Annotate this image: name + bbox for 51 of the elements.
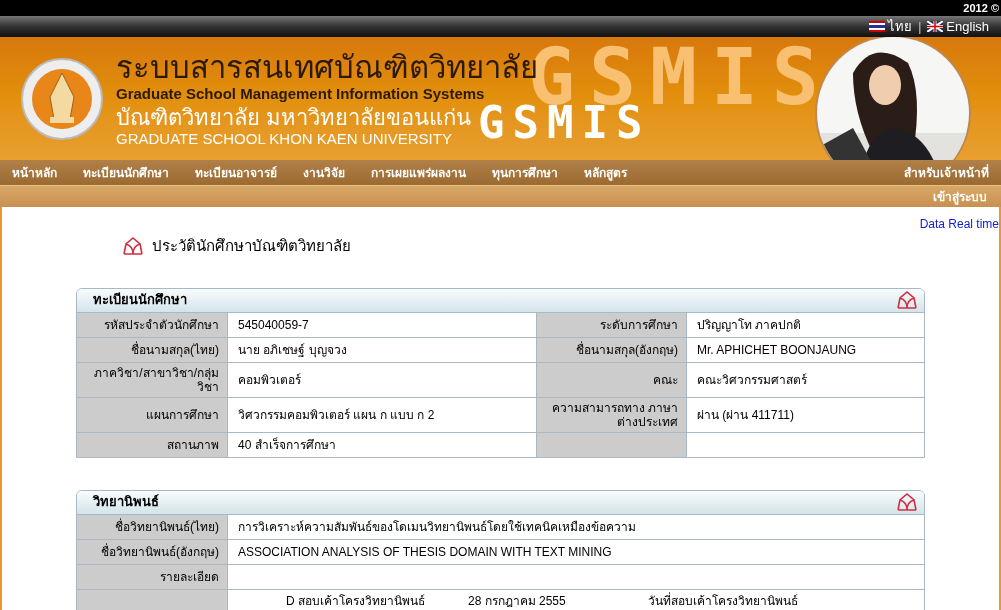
field-value: คณะวิศวกรรมศาสตร์	[697, 372, 807, 387]
field-value: 40 สำเร็จการศึกษา	[238, 437, 336, 452]
field-label: ชื่อวิทยานิพนธ์(อังกฤษ)	[101, 544, 219, 559]
field-label: รายละเอียด	[160, 569, 219, 584]
data-link[interactable]: Data Real time	[919, 215, 999, 233]
field-label: สถานภาพ	[167, 437, 219, 452]
nav-link[interactable]: หน้าหลัก	[12, 163, 57, 182]
field-value: ปริญญาโท ภาคปกติ	[697, 317, 802, 332]
panel-title: วิทยานิพนธ์	[93, 493, 159, 512]
field-label: แผนการศึกษา	[146, 407, 219, 422]
field-value: ผ่าน (ผ่าน 411711)	[697, 407, 794, 422]
university-name-english: GRADUATE SCHOOL KHON KAEN UNIVERSITY	[116, 130, 453, 147]
field-value: D สอบเค้าโครงวิทยานิพนธ์	[286, 593, 425, 608]
field-label: ระดับการศึกษา	[600, 317, 678, 332]
flag-icon	[869, 21, 886, 32]
nav-link[interactable]: การเผยแพร่ผลงาน	[371, 163, 466, 182]
copyright-text: 2012 ©	[963, 0, 999, 16]
field-label: ความสามารถทาง ภาษาต่างประเทศ	[550, 400, 678, 429]
house-icon	[122, 236, 144, 257]
system-subtitle: Graduate School Management Information Systems	[116, 84, 486, 103]
nav-link[interactable]: สำหรับเจ้าหน้าที่	[904, 163, 989, 182]
university-seal-icon	[20, 56, 104, 141]
panel-title: ทะเบียนนักศึกษา	[93, 291, 187, 310]
field-value: ASSOCIATION ANALYSIS OF THESIS DOMAIN WITH TEXT MINING	[238, 544, 612, 559]
nav-link[interactable]: ทุนการศึกษา	[492, 163, 558, 182]
nav-link[interactable]: งานวิจัย	[303, 163, 345, 182]
field-value: 545040059-7	[238, 317, 309, 332]
field-value: 28 กรกฎาคม 2555	[468, 593, 566, 608]
field-label: ชื่อนามสกุล(อังกฤษ)	[576, 342, 678, 357]
field-value: คอมพิวเตอร์	[238, 372, 301, 387]
login-link[interactable]: เข้าสู่ระบบ	[933, 187, 987, 206]
field-label: ภาควิชา/สาขาวิชา/กลุ่มวิชา	[93, 365, 219, 394]
field-value: วันที่สอบเค้าโครงวิทยานิพนธ์	[648, 593, 798, 608]
field-value: วิศวกรรมคอมพิวเตอร์ แผน ก แบบ ก 2	[238, 407, 435, 422]
field-label: คณะ	[653, 372, 678, 387]
house-icon	[896, 492, 918, 512]
nav-link[interactable]: ทะเบียนนักศึกษา	[83, 163, 169, 182]
field-value: Mr. APHICHET BOONJAUNG	[697, 342, 857, 357]
page-title: ประวัตินักศึกษาบัณฑิตวิทยาลัย	[152, 236, 351, 256]
nav-link[interactable]: หลักสูตร	[584, 163, 627, 182]
field-value: นาย อภิเชษฐ์ บุญจวง	[238, 342, 347, 357]
field-label: ชื่อวิทยานิพนธ์(ไทย)	[115, 519, 219, 534]
language-link[interactable]: ไทย	[869, 16, 913, 37]
field-label: รหัสประจำตัวนักศึกษา	[104, 317, 219, 332]
nav-link[interactable]: ทะเบียนอาจารย์	[195, 163, 277, 182]
language-link[interactable]: English	[927, 16, 989, 37]
separator-text: |	[918, 18, 922, 36]
field-label: ชื่อนามสกุล(ไทย)	[131, 342, 219, 357]
field-value: การวิเคราะห์ความสัมพันธ์ของโดเมนวิทยานิพนธ์โดยใช้เทคนิคเหมืองข้อความ	[238, 519, 636, 534]
flag-icon	[927, 21, 944, 32]
house-icon	[896, 290, 918, 310]
